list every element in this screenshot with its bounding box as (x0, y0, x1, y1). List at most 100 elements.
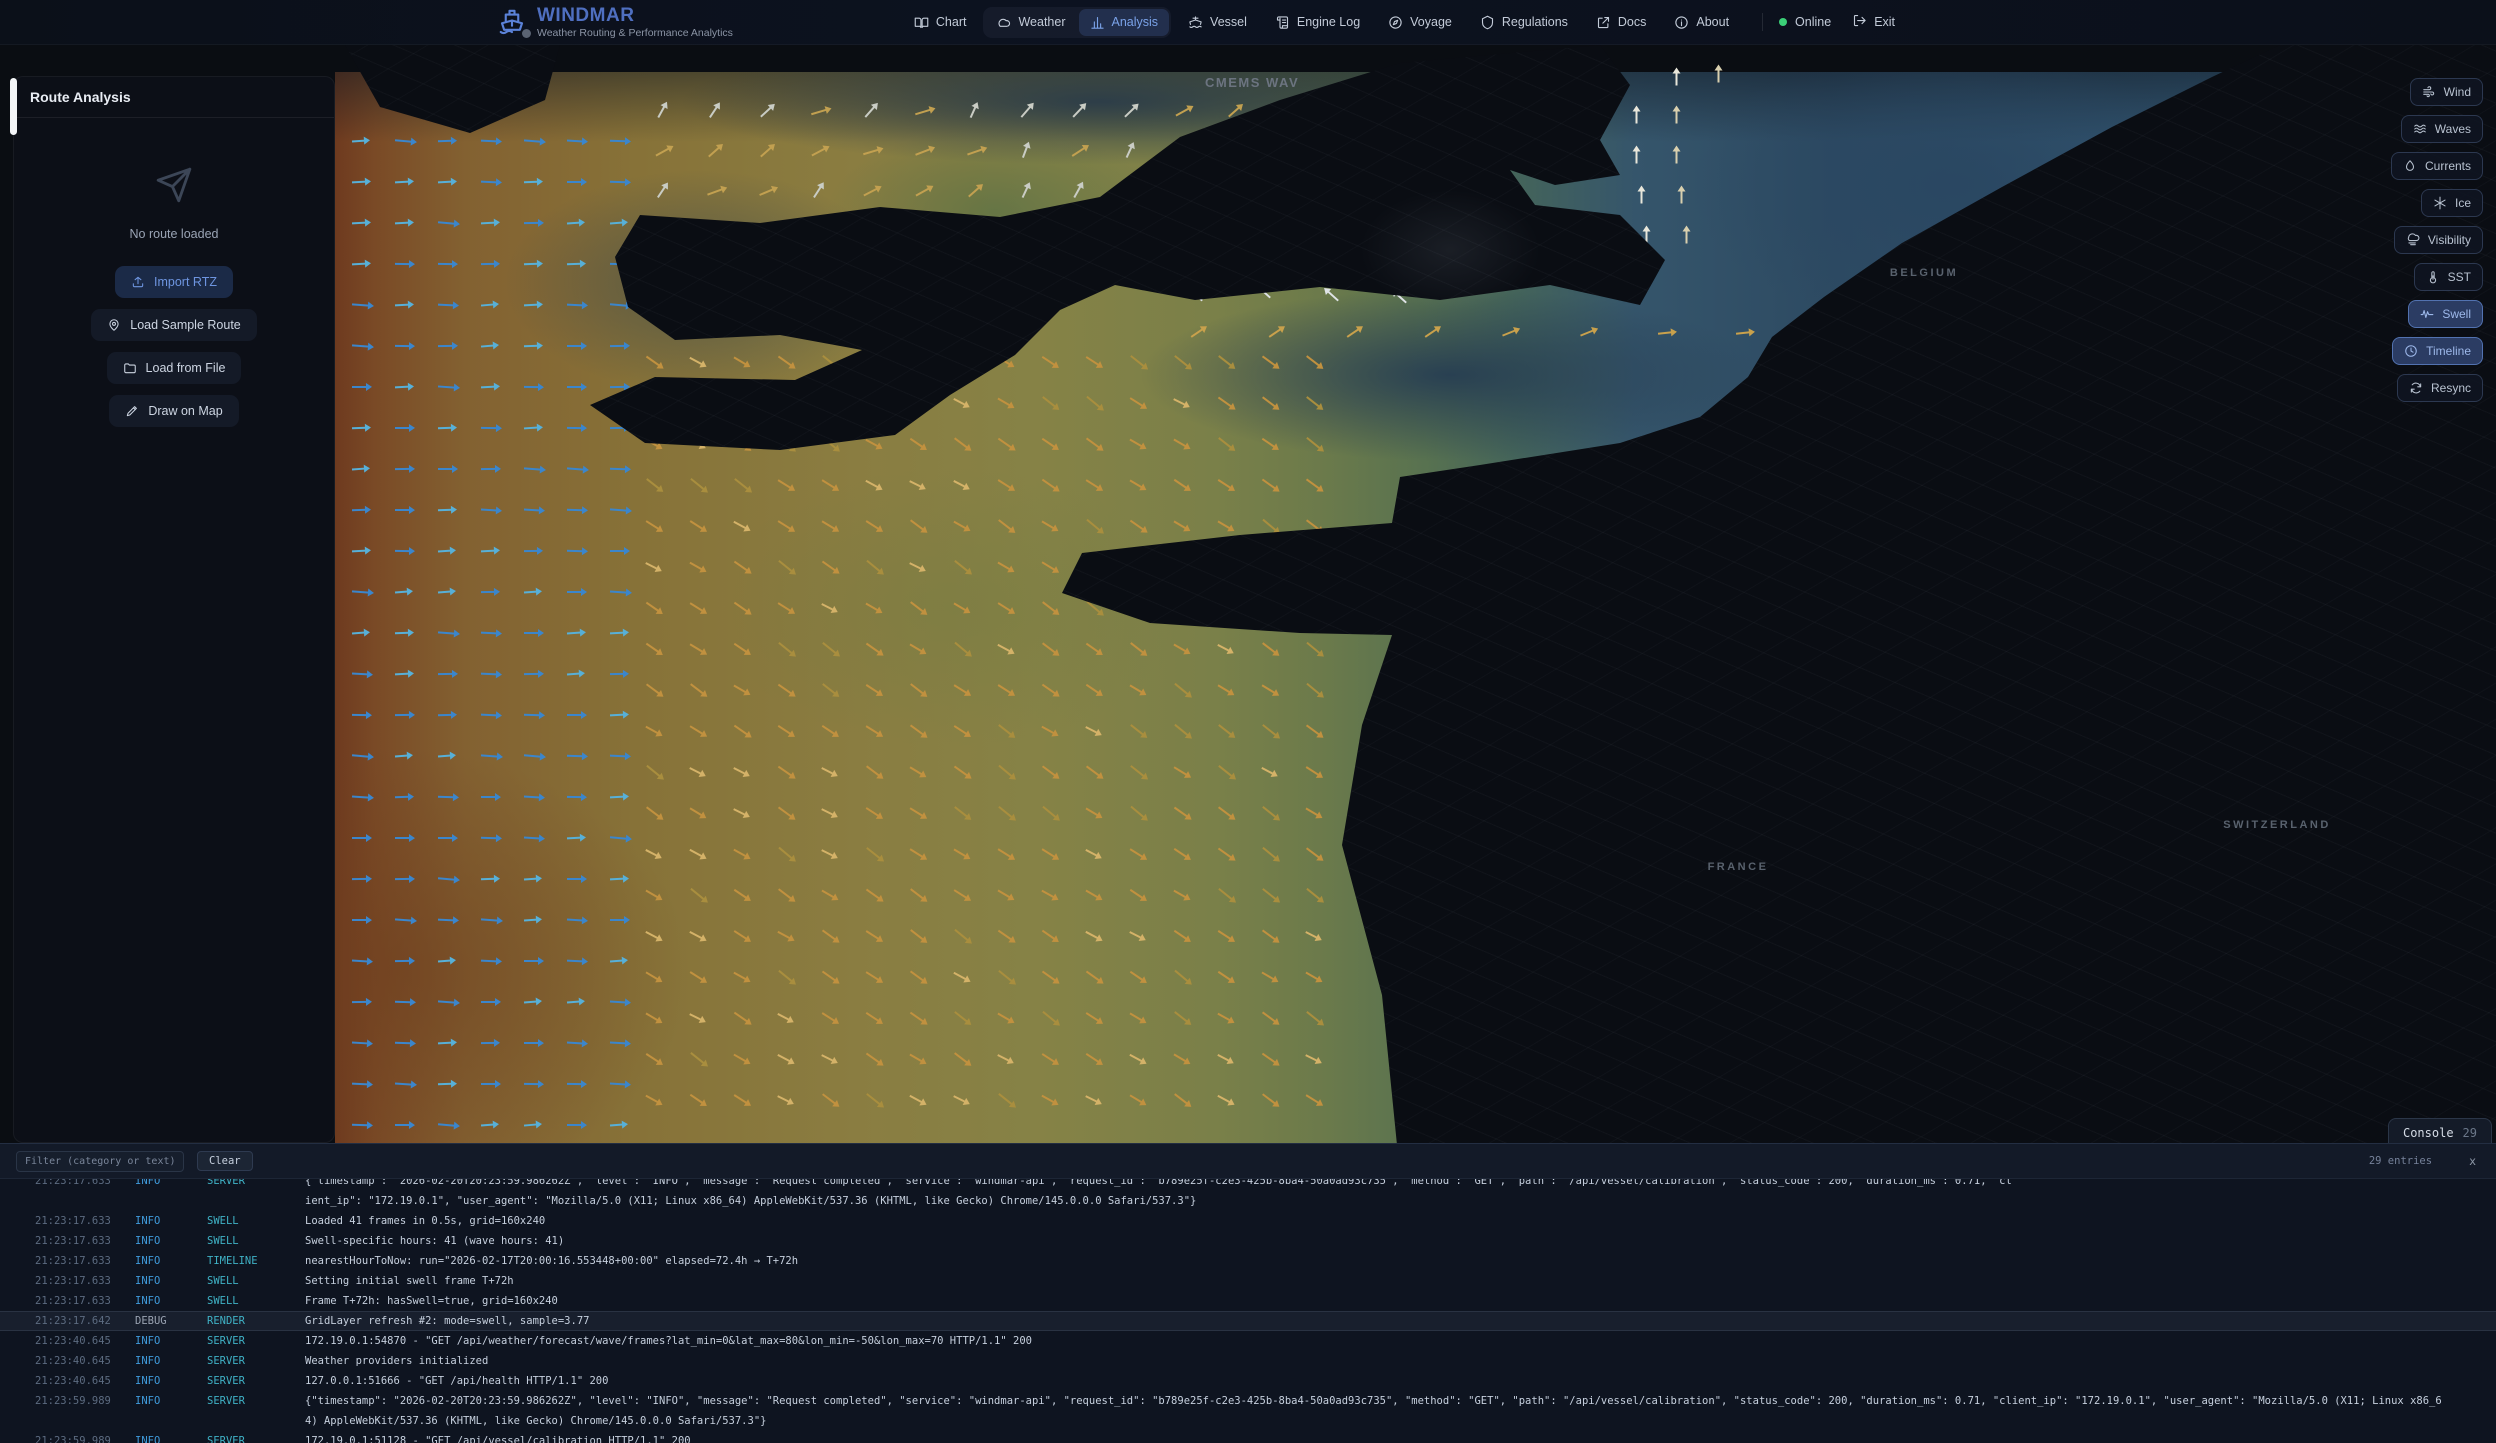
layer-toggle-sst[interactable]: SST (2414, 263, 2483, 291)
vector-arrow-icon (395, 222, 409, 225)
vector-arrow-icon (352, 468, 366, 471)
vector-arrow-icon (778, 806, 792, 817)
vector-arrow-icon (438, 1123, 455, 1126)
vector-arrow-icon (352, 222, 366, 225)
vector-arrow-icon (910, 601, 924, 612)
load-sample-route-button[interactable]: Load Sample Route (91, 309, 257, 341)
nav-tab-regulations[interactable]: Regulations (1469, 9, 1579, 36)
nav-tab-vessel[interactable]: Vessel (1177, 9, 1258, 36)
vector-arrow-icon (1736, 331, 1750, 334)
vector-arrow-icon (524, 754, 541, 757)
vector-arrow-icon (997, 562, 1010, 571)
nav-tab-weather[interactable]: Weather (985, 9, 1076, 36)
layer-label: Swell (2442, 307, 2471, 321)
vector-arrow-icon (1174, 683, 1188, 695)
vector-arrow-icon (524, 1042, 539, 1044)
console-close-button[interactable]: x (2469, 1154, 2476, 1168)
console-log-row: 21:23:40.645INFOSERVER127.0.0.1:51666 - … (0, 1371, 2496, 1391)
layer-toggle-ice[interactable]: Ice (2421, 189, 2483, 217)
engine-log-icon (1275, 15, 1290, 30)
vector-arrow-icon (1042, 1011, 1056, 1023)
map-country-label: FRANCE (1708, 861, 1769, 873)
vector-arrow-icon (610, 919, 625, 921)
vector-arrow-icon (395, 468, 410, 470)
vector-arrow-icon (1129, 684, 1142, 693)
nav-tab-docs[interactable]: Docs (1585, 9, 1657, 36)
visibility-fog-icon (2406, 233, 2420, 247)
vector-arrow-icon (646, 602, 660, 612)
vector-arrow-icon (910, 848, 924, 857)
layer-toggle-waves[interactable]: Waves (2401, 115, 2483, 143)
layer-toggle-currents[interactable]: Currents (2391, 152, 2483, 180)
layer-toggle-resync[interactable]: Resync (2397, 374, 2483, 402)
vector-arrow-icon (777, 1095, 790, 1103)
nav-tab-chart[interactable]: Chart (903, 9, 978, 36)
draw-on-map-button[interactable]: Draw on Map (109, 395, 238, 427)
panel-scrollbar-thumb[interactable] (10, 78, 17, 135)
vector-arrow-icon (690, 888, 704, 900)
exit-button[interactable]: Exit (1841, 7, 1906, 37)
console-log-row: 21:23:59.989INFOSERVER172.19.0.1:51128 -… (0, 1431, 2496, 1443)
vector-arrow-icon (1085, 1095, 1098, 1103)
console-tab[interactable]: Console 29 (2388, 1118, 2492, 1146)
nav-tab-engine-log[interactable]: Engine Log (1264, 9, 1371, 36)
nav-tab-about[interactable]: About (1663, 9, 1740, 36)
vector-arrow-icon (352, 509, 366, 511)
route-panel-title: Route Analysis (14, 77, 334, 118)
vector-arrow-icon (1261, 767, 1274, 775)
vector-arrow-icon (524, 139, 541, 142)
layer-toggle-swell[interactable]: Swell (2408, 300, 2483, 328)
vector-arrow-icon (657, 106, 665, 118)
vector-arrow-icon (1676, 111, 1678, 124)
console-filter-input[interactable] (16, 1151, 184, 1172)
console-log-row: 21:23:17.633INFOSWELLLoaded 41 frames in… (0, 1211, 2496, 1231)
vector-arrow-icon (953, 1095, 966, 1103)
vector-arrow-icon (813, 186, 822, 198)
nav-tab-label: Analysis (1112, 15, 1159, 29)
vector-arrow-icon (1085, 890, 1098, 899)
vector-arrow-icon (1041, 726, 1054, 734)
vector-arrow-icon (998, 602, 1012, 612)
vector-arrow-icon (1085, 931, 1098, 939)
vector-arrow-icon (610, 468, 626, 470)
vector-arrow-icon (733, 767, 746, 775)
vector-arrow-icon (1042, 806, 1056, 818)
vector-arrow-icon (438, 631, 455, 634)
vector-arrow-icon (438, 385, 455, 388)
vector-arrow-icon (438, 304, 454, 307)
log-message: Weather providers initialized (305, 1351, 2496, 1371)
vector-arrow-icon (1042, 479, 1056, 489)
empty-route-message: No route loaded (130, 227, 219, 241)
vector-arrow-icon (524, 304, 538, 307)
vector-arrow-icon (1086, 356, 1100, 366)
console-entries-count: 29 entries (2369, 1155, 2432, 1167)
vector-arrow-icon (567, 222, 581, 225)
vector-arrow-icon (524, 263, 538, 266)
vector-arrow-icon (1269, 328, 1282, 337)
vector-arrow-icon (1218, 437, 1232, 449)
layer-label: Visibility (2428, 233, 2471, 247)
vector-arrow-icon (646, 765, 660, 777)
vector-arrow-icon (734, 930, 748, 940)
console-clear-button[interactable]: Clear (197, 1151, 253, 1171)
layer-toggle-timeline[interactable]: Timeline (2392, 337, 2483, 365)
pencil-icon (125, 404, 139, 418)
vector-arrow-icon (352, 754, 369, 757)
log-message: GridLayer refresh #2: mode=swell, sample… (305, 1311, 2496, 1331)
layer-toggle-wind[interactable]: Wind (2410, 78, 2483, 106)
vector-arrow-icon (997, 1054, 1010, 1062)
console-log-row: 21:23:17.633INFOSWELLSwell-specific hour… (0, 1231, 2496, 1251)
nav-tab-voyage[interactable]: Voyage (1377, 9, 1463, 36)
vector-arrow-icon (968, 187, 980, 198)
log-category: SERVER (207, 1391, 305, 1411)
vector-arrow-icon (690, 602, 704, 611)
load-from-file-button[interactable]: Load from File (107, 352, 242, 384)
import-rtz-button[interactable]: Import RTZ (115, 266, 233, 298)
layer-toggle-visibility[interactable]: Visibility (2394, 226, 2483, 254)
nav-tab-analysis[interactable]: Analysis (1079, 9, 1170, 36)
vector-arrow-icon (438, 673, 453, 675)
vector-arrow-icon (778, 888, 792, 899)
vector-arrow-icon (352, 1083, 368, 1086)
main-nav: Chart Weather Analysis VesselEngine LogVoya… (903, 7, 1740, 38)
resync-refresh-icon (2409, 381, 2423, 395)
